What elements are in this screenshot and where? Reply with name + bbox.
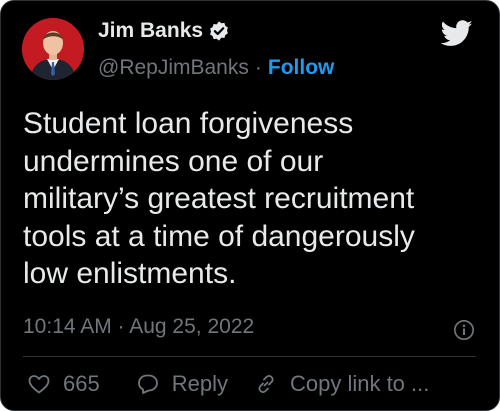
copy-link-button[interactable]: Copy link to ... — [254, 371, 429, 397]
link-icon — [258, 375, 274, 393]
tweet-text: Student loan forgiveness undermines one … — [23, 107, 415, 290]
speech-bubble-icon — [137, 374, 158, 394]
follow-button[interactable]: Follow — [268, 56, 335, 80]
info-icon[interactable] — [453, 319, 475, 341]
copy-link-label: Copy link to ... — [289, 371, 430, 396]
action-bar: 665 Reply Copy link to ... — [23, 368, 429, 400]
author-name-row: Jim Banks — [98, 19, 230, 43]
heart-icon — [28, 375, 50, 394]
reply-button[interactable]: Reply — [136, 371, 228, 397]
like-count: 665 — [63, 371, 100, 396]
avatar[interactable] — [22, 18, 84, 80]
author-handle-row: @RepJimBanks · Follow — [98, 56, 334, 80]
divider — [23, 356, 476, 357]
twitter-bird-icon[interactable] — [441, 20, 473, 47]
tweet-timestamp[interactable]: 10:14 AM · Aug 25, 2022 — [23, 315, 254, 339]
reply-label: Reply — [171, 371, 228, 396]
verified-badge-icon — [210, 21, 228, 41]
author-display-name[interactable]: Jim Banks — [98, 19, 203, 43]
tweet-card: Jim Banks @RepJimBanks · Follow Student … — [0, 0, 500, 411]
separator-dot: · — [254, 56, 262, 79]
author-handle[interactable]: @RepJimBanks — [98, 56, 249, 80]
like-button[interactable]: 665 — [27, 371, 100, 397]
